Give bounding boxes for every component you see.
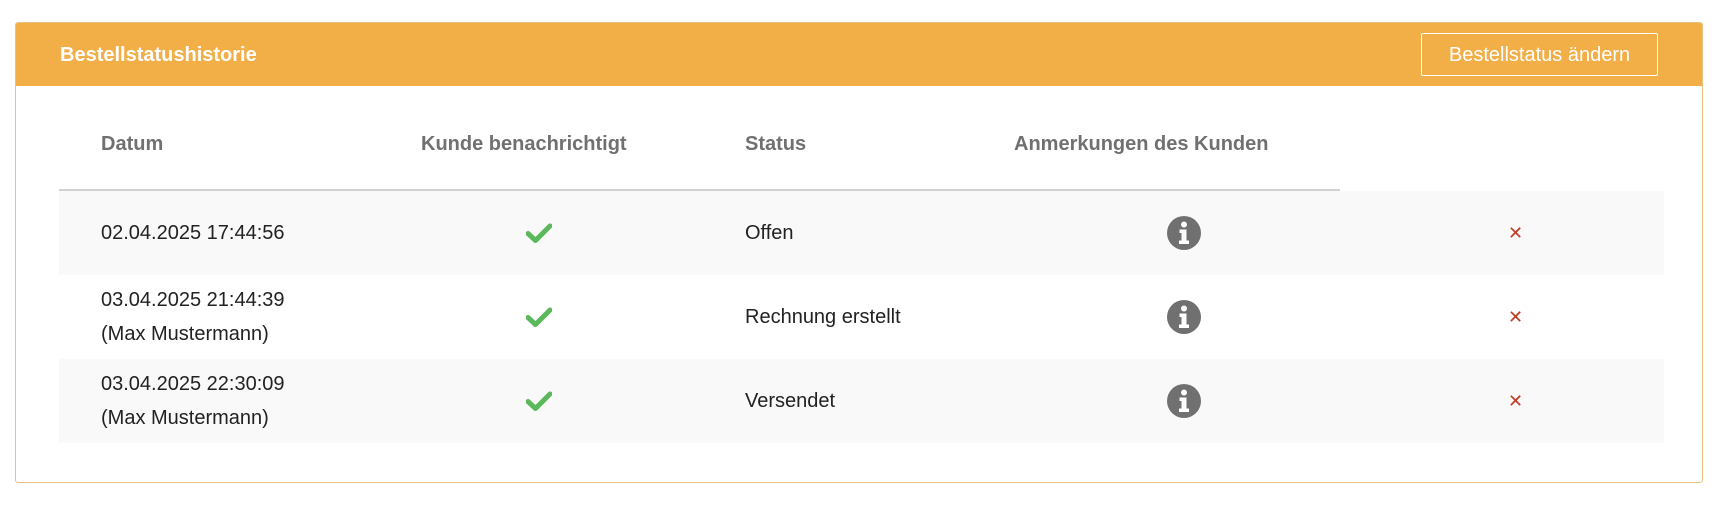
change-order-status-button[interactable]: Bestellstatus ändern [1421,33,1658,76]
row-status: Versendet [745,389,836,412]
date-cell: 02.04.2025 17:44:56 [101,191,285,275]
info-icon[interactable] [1166,383,1202,419]
table-header: Datum Kunde benachrichtigt Status Anmerk… [59,109,1340,191]
delete-cell: ✕ [1508,275,1523,359]
panel-title: Bestellstatushistorie [60,44,257,66]
date-cell: 03.04.2025 22:30:09 (Max Mustermann) [101,359,285,443]
column-header-customer-notified: Kunde benachrichtigt [421,133,627,155]
row-user: (Max Mustermann) [101,407,269,429]
table-row: 02.04.2025 17:44:56 Offen ✕ [59,191,1664,275]
table-row: 03.04.2025 22:30:09 (Max Mustermann) Ver… [59,359,1664,443]
close-icon[interactable]: ✕ [1508,308,1523,326]
column-header-date: Datum [101,133,164,155]
table-row: 03.04.2025 21:44:39 (Max Mustermann) Rec… [59,275,1664,359]
close-icon[interactable]: ✕ [1508,392,1523,410]
check-icon [526,223,552,243]
row-status: Rechnung erstellt [745,305,901,328]
check-icon [526,391,552,411]
close-icon[interactable]: ✕ [1508,224,1523,242]
comment-cell [1166,359,1202,443]
order-status-history-panel: Bestellstatushistorie Bestellstatus ände… [15,22,1703,483]
column-header-customer-comments: Anmerkungen des Kunden [1014,133,1269,155]
panel-header: Bestellstatushistorie Bestellstatus ände… [16,23,1702,86]
date-cell: 03.04.2025 21:44:39 (Max Mustermann) [101,275,285,359]
row-date: 03.04.2025 22:30:09 [101,373,285,395]
notified-cell [526,275,552,359]
notified-cell [526,191,552,275]
notified-cell [526,359,552,443]
row-status: Offen [745,221,794,244]
comment-cell [1166,191,1202,275]
status-history-table: Datum Kunde benachrichtigt Status Anmerk… [59,109,1664,443]
column-header-status: Status [745,133,807,155]
info-icon[interactable] [1166,299,1202,335]
check-icon [526,307,552,327]
delete-cell: ✕ [1508,191,1523,275]
row-date: 03.04.2025 21:44:39 [101,289,285,311]
row-date: 02.04.2025 17:44:56 [101,222,285,244]
comment-cell [1166,275,1202,359]
delete-cell: ✕ [1508,359,1523,443]
row-user: (Max Mustermann) [101,323,269,345]
info-icon[interactable] [1166,215,1202,251]
